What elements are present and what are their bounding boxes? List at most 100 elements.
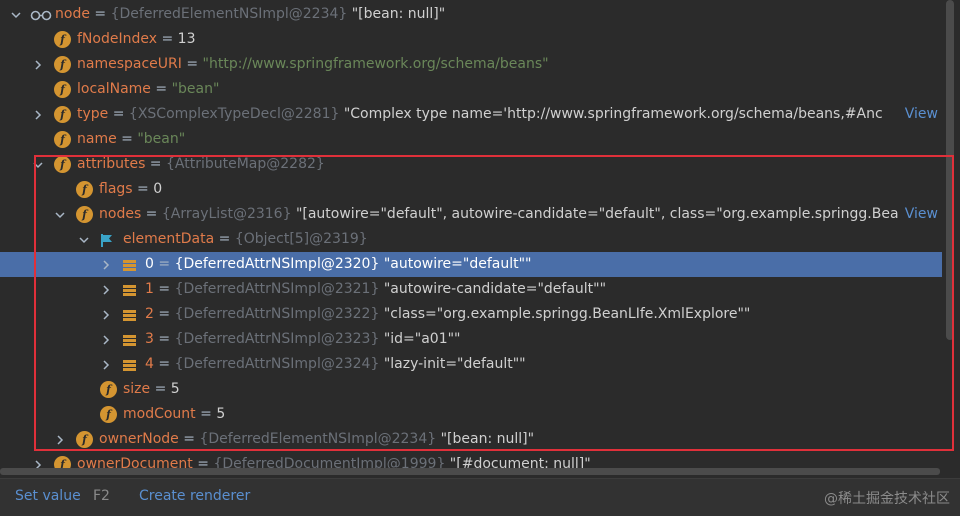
variable-value: 5 xyxy=(216,406,226,422)
equals-sign: = xyxy=(153,281,175,297)
variable-name: node xyxy=(55,6,90,22)
tree-row[interactable]: 2 = {DeferredAttrNSImpl@2322} "class="or… xyxy=(0,302,942,327)
type-reference: {DeferredElementNSImpl@2234} xyxy=(199,431,437,447)
chevron-down-icon[interactable] xyxy=(32,152,44,177)
tree-row-text: 2 = {DeferredAttrNSImpl@2322} "class="or… xyxy=(145,302,750,327)
variable-value: "[bean: null]" xyxy=(436,431,535,447)
type-reference: {Object[5]@2319} xyxy=(234,231,368,247)
variable-name: 1 xyxy=(145,281,154,297)
variable-value: 13 xyxy=(177,31,196,47)
variable-name: ownerNode xyxy=(99,431,179,447)
tree-row[interactable]: f namespaceURI = "http://www.springframew… xyxy=(0,52,942,77)
variable-name: modCount xyxy=(123,406,196,422)
equals-sign: = xyxy=(108,106,129,122)
field-icon: f xyxy=(100,406,117,423)
field-icon: f xyxy=(54,131,71,148)
equals-sign: = xyxy=(153,256,175,272)
tree-row-text: size = 5 xyxy=(123,377,180,402)
equals-sign: = xyxy=(195,406,217,422)
equals-sign: = xyxy=(132,181,154,197)
tree-row-text: elementData = {Object[5]@2319} xyxy=(123,227,368,252)
chevron-right-icon[interactable] xyxy=(32,52,44,77)
variable-name: name xyxy=(77,131,117,147)
variable-value: "autowire="default"" xyxy=(379,256,532,272)
tree-row-text: name = "bean" xyxy=(77,127,185,152)
tree-row[interactable]: f localName = "bean" xyxy=(0,77,942,102)
vertical-scrollbar[interactable] xyxy=(946,0,954,340)
tree-row[interactable]: 3 = {DeferredAttrNSImpl@2323} "id="a01"" xyxy=(0,327,942,352)
set-value-button[interactable]: Set value xyxy=(15,488,81,504)
field-icon: f xyxy=(54,156,71,173)
variable-name: fNodeIndex xyxy=(77,31,158,47)
variable-name: flags xyxy=(99,181,133,197)
variable-value: 5 xyxy=(170,381,180,397)
tree-row-text: type = {XSComplexTypeDecl@2281} "Complex… xyxy=(77,102,883,127)
tree-row[interactable]: f flags = 0 xyxy=(0,177,942,202)
array-element-icon xyxy=(122,307,137,322)
array-element-icon xyxy=(122,282,137,297)
chevron-right-icon[interactable] xyxy=(100,277,112,302)
equals-sign: = xyxy=(157,31,178,47)
chevron-down-icon[interactable] xyxy=(78,227,90,252)
tree-row[interactable]: f type = {XSComplexTypeDecl@2281} "Comple… xyxy=(0,102,942,127)
watermark: @稀土掘金技术社区 xyxy=(824,491,950,507)
tree-row[interactable]: 0 = {DeferredAttrNSImpl@2320} "autowire=… xyxy=(0,252,942,277)
variable-value: "class="org.example.springg.BeanLIfe.Xml… xyxy=(379,306,751,322)
tree-row-text: ownerNode = {DeferredElementNSImpl@2234}… xyxy=(99,427,534,452)
variable-name: namespaceURI xyxy=(77,56,182,72)
tree-row[interactable]: 1 = {DeferredAttrNSImpl@2321} "autowire-… xyxy=(0,277,942,302)
tree-row[interactable]: elementData = {Object[5]@2319} xyxy=(0,227,942,252)
variable-name: type xyxy=(77,106,109,122)
type-reference: {AttributeMap@2282} xyxy=(166,156,325,172)
view-link[interactable]: View xyxy=(902,202,938,227)
chevron-right-icon[interactable] xyxy=(54,427,66,452)
array-element-icon xyxy=(122,332,137,347)
tree-row-text: nodes = {ArrayList@2316} "[autowire="def… xyxy=(99,202,899,227)
tree-row[interactable]: f nodes = {ArrayList@2316} "[autowire="de… xyxy=(0,202,942,227)
type-reference: {ArrayList@2316} xyxy=(161,206,292,222)
chevron-right-icon[interactable] xyxy=(100,352,112,377)
type-reference: {XSComplexTypeDecl@2281} xyxy=(128,106,340,122)
field-icon: f xyxy=(100,381,117,398)
field-icon: f xyxy=(54,31,71,48)
type-reference: {DeferredAttrNSImpl@2321} xyxy=(174,281,380,297)
chevron-right-icon[interactable] xyxy=(100,327,112,352)
variable-value: 0 xyxy=(153,181,163,197)
tree-row[interactable]: f name = "bean" xyxy=(0,127,942,152)
variable-value: "lazy-init="default"" xyxy=(379,356,526,372)
variable-name: 0 xyxy=(145,256,154,272)
variable-name: nodes xyxy=(99,206,142,222)
chevron-right-icon[interactable] xyxy=(100,252,112,277)
tree-row[interactable]: f ownerNode = {DeferredElementNSImpl@2234… xyxy=(0,427,942,452)
equals-sign: = xyxy=(150,381,171,397)
tree-row-text: 1 = {DeferredAttrNSImpl@2321} "autowire-… xyxy=(145,277,606,302)
chevron-down-icon[interactable] xyxy=(10,2,22,27)
create-renderer-button[interactable]: Create renderer xyxy=(139,488,250,504)
chevron-down-icon[interactable] xyxy=(54,202,66,227)
equals-sign: = xyxy=(145,156,166,172)
equals-sign: = xyxy=(141,206,162,222)
tree-row[interactable]: f fNodeIndex = 13 xyxy=(0,27,942,52)
chevron-right-icon[interactable] xyxy=(100,302,112,327)
type-reference: {DeferredAttrNSImpl@2324} xyxy=(174,356,380,372)
equals-sign: = xyxy=(153,356,175,372)
horizontal-scrollbar[interactable] xyxy=(0,468,940,475)
tree-row[interactable]: 4 = {DeferredAttrNSImpl@2324} "lazy-init… xyxy=(0,352,942,377)
tree-row[interactable]: node = {DeferredElementNSImpl@2234} "[be… xyxy=(0,2,942,27)
chevron-right-icon[interactable] xyxy=(32,102,44,127)
tree-row[interactable]: f attributes = {AttributeMap@2282} xyxy=(0,152,942,177)
tree-row-text: flags = 0 xyxy=(99,177,162,202)
tree-row-text: attributes = {AttributeMap@2282} xyxy=(77,152,325,177)
tree-row-text: localName = "bean" xyxy=(77,77,219,102)
tree-row-text: 3 = {DeferredAttrNSImpl@2323} "id="a01"" xyxy=(145,327,460,352)
type-reference: {DeferredElementNSImpl@2234} xyxy=(110,6,348,22)
equals-sign: = xyxy=(89,6,111,22)
view-link[interactable]: View xyxy=(902,102,938,127)
variable-name: 4 xyxy=(145,356,154,372)
field-icon: f xyxy=(54,56,71,73)
variable-name: 3 xyxy=(145,331,154,347)
equals-sign: = xyxy=(181,56,203,72)
field-icon: f xyxy=(54,106,71,123)
tree-row[interactable]: f size = 5 xyxy=(0,377,942,402)
tree-row[interactable]: f modCount = 5 xyxy=(0,402,942,427)
